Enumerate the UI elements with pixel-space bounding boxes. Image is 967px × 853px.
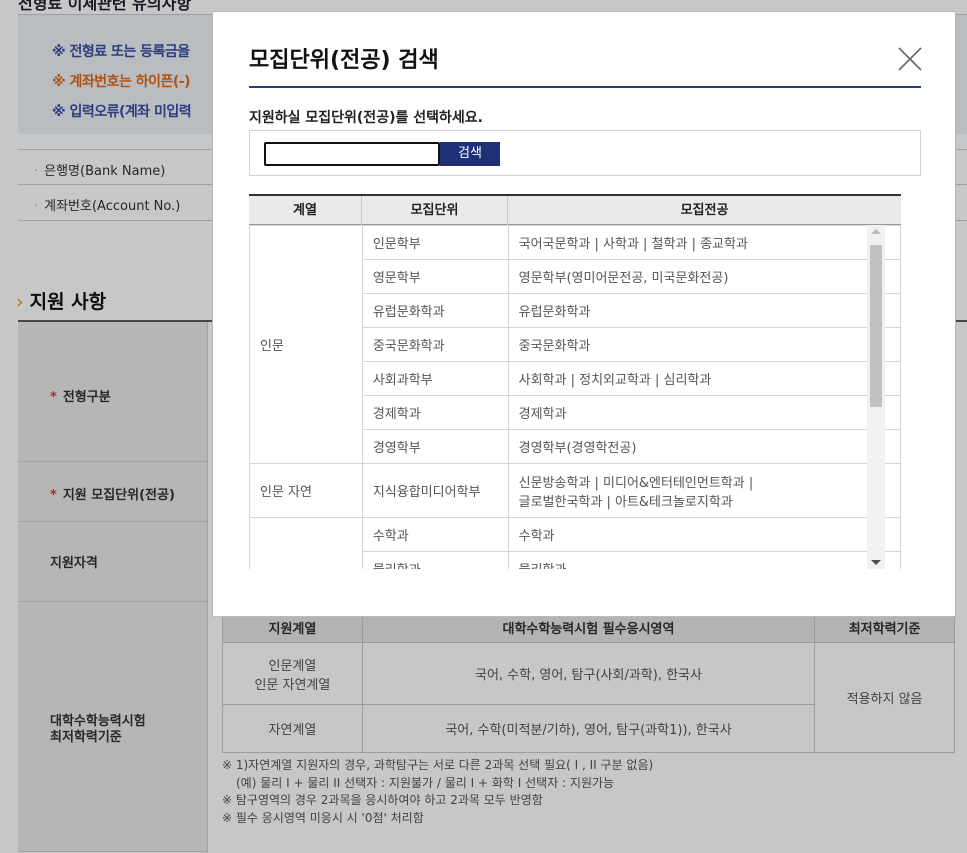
unit-cell[interactable]: 경제학과 [361, 395, 509, 430]
search-box: 검색 [249, 130, 921, 176]
unit-cell[interactable]: 유럽문화학과 [361, 293, 509, 328]
table-row[interactable]: 인문 자연 지식융합미디어학부 신문방송학과 | 미디어&엔터테인먼트학과 | 글로벌… [249, 463, 902, 518]
unit-cell[interactable]: 수학과 [361, 517, 509, 552]
unit-cell[interactable]: 물리학과 [361, 551, 509, 569]
major-cell[interactable]: 중국문화학과 [507, 327, 902, 362]
track-cell: 인문 자연 [249, 463, 363, 518]
table-row[interactable]: 수학과 수학과 [249, 517, 902, 569]
major-cell[interactable]: 유럽문화학과 [507, 293, 902, 328]
major-results-table: 인문 인문학부 국어국문학과 | 사학과 | 철학과 | 종교학과 영문학부 영문학부… [249, 225, 902, 569]
table-row[interactable]: 인문 인문학부 국어국문학과 | 사학과 | 철학과 | 종교학과 [249, 225, 902, 464]
modal-title: 모집단위(전공) 검색 [249, 48, 439, 73]
major-search-modal: 모집단위(전공) 검색 지원하실 모집단위(전공)를 선택하세요. 검색 계열 … [212, 11, 956, 617]
scroll-down-icon[interactable] [871, 560, 881, 565]
unit-cell[interactable]: 사회과학부 [361, 361, 509, 396]
major-cell[interactable]: 영문학부(영미어문전공, 미국문화전공) [507, 259, 902, 294]
major-cell[interactable]: 국어국문학과 | 사학과 | 철학과 | 종교학과 [507, 225, 902, 260]
modal-instruction: 지원하실 모집단위(전공)를 선택하세요. [249, 110, 483, 126]
unit-cell[interactable]: 중국문화학과 [361, 327, 509, 362]
column-header-track: 계열 [249, 196, 362, 225]
unit-cell[interactable]: 인문학부 [361, 225, 509, 260]
major-cell[interactable]: 물리학과 [507, 551, 902, 569]
major-cell[interactable]: 경영학부(경영학전공) [507, 429, 902, 464]
unit-cell[interactable]: 경영학부 [361, 429, 509, 464]
unit-cell[interactable]: 영문학부 [361, 259, 509, 294]
column-header-unit: 모집단위 [362, 196, 508, 225]
major-cell[interactable]: 경제학과 [507, 395, 902, 430]
results-header: 계열 모집단위 모집전공 [249, 194, 901, 225]
unit-cell[interactable]: 지식융합미디어학부 [361, 463, 509, 518]
scroll-up-icon[interactable] [871, 229, 881, 234]
major-cell[interactable]: 신문방송학과 | 미디어&엔터테인먼트학과 | 글로벌한국학과 | 아트&테크놀로… [507, 463, 902, 518]
major-search-input[interactable] [264, 142, 440, 166]
column-header-major: 모집전공 [680, 203, 729, 218]
search-button[interactable]: 검색 [440, 142, 500, 166]
major-cell[interactable]: 사회학과 | 정치외교학과 | 심리학과 [507, 361, 902, 396]
results-scrollbar[interactable] [867, 225, 885, 569]
close-icon[interactable] [897, 46, 923, 72]
scrollbar-thumb[interactable] [870, 245, 882, 407]
major-cell[interactable]: 수학과 [507, 517, 902, 552]
track-cell: 인문 [249, 225, 363, 464]
results-list: 인문 인문학부 국어국문학과 | 사학과 | 철학과 | 종교학과 영문학부 영문학부… [249, 225, 921, 569]
title-divider [249, 86, 921, 88]
track-cell [249, 517, 363, 569]
